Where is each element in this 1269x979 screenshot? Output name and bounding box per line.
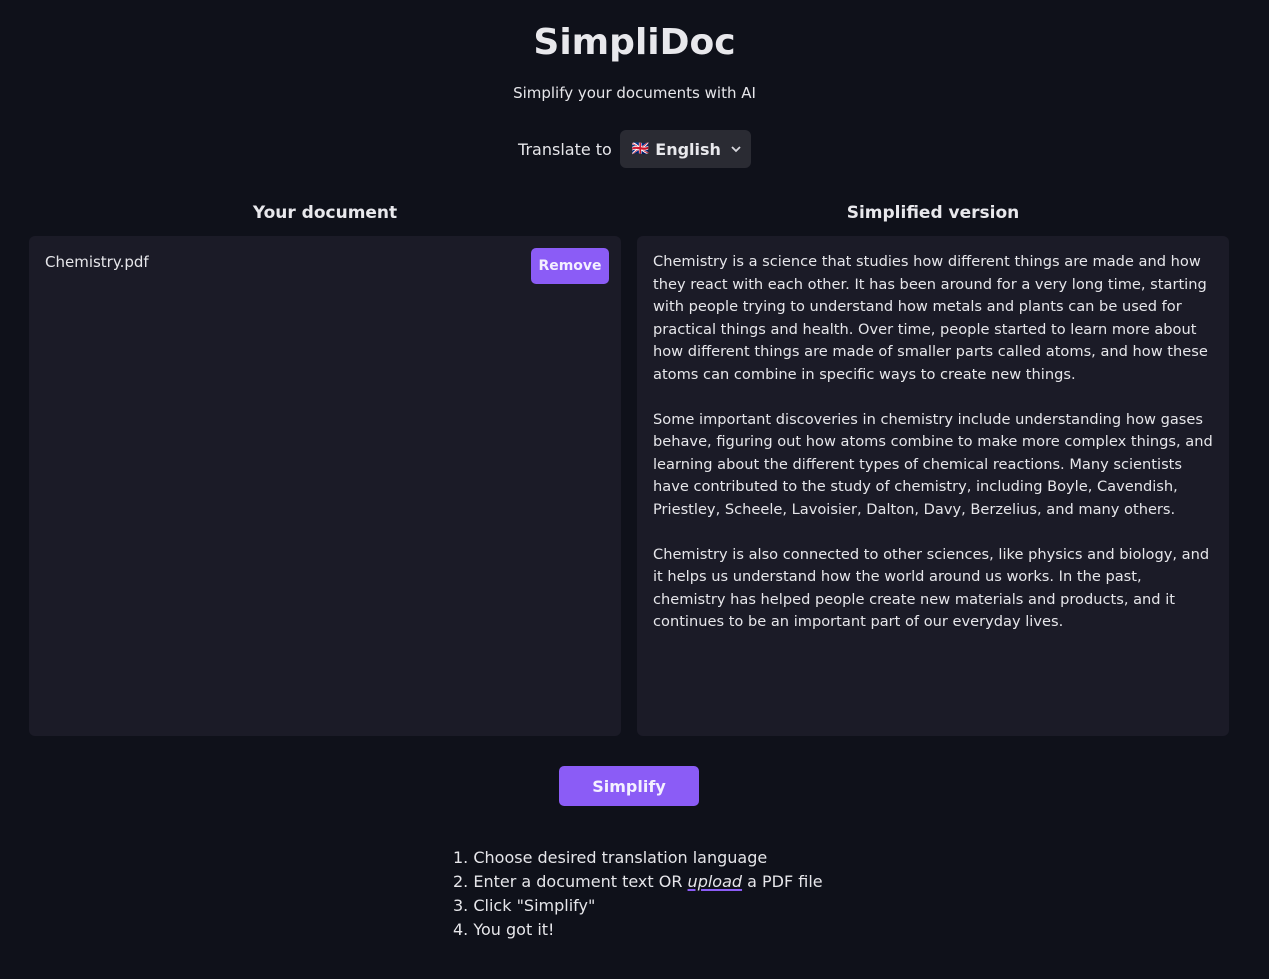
document-panel[interactable]: Chemistry.pdf Remove bbox=[29, 236, 621, 736]
uploaded-file-name: Chemistry.pdf bbox=[45, 253, 149, 271]
language-select-value: English bbox=[655, 139, 721, 159]
simplified-paragraph: Chemistry is a science that studies how … bbox=[653, 253, 1208, 383]
upload-link[interactable]: upload bbox=[688, 872, 743, 891]
instructions-list: 1. Choose desired translation language 2… bbox=[453, 846, 823, 942]
simplify-button[interactable]: Simplify bbox=[559, 766, 699, 806]
translate-label: Translate to bbox=[518, 139, 612, 159]
instruction-step: 4. You got it! bbox=[453, 920, 555, 939]
app-subtitle: Simplify your documents with AI bbox=[513, 84, 756, 102]
instruction-step: 3. Click "Simplify" bbox=[453, 896, 596, 915]
simplified-panel: Chemistry is a science that studies how … bbox=[637, 236, 1229, 736]
translate-row: Translate to 🇬🇧 English bbox=[0, 130, 1269, 168]
your-document-heading: Your document bbox=[252, 203, 398, 223]
app-title: SimpliDoc bbox=[533, 22, 736, 63]
instruction-step-prefix: 2. Enter a document text OR bbox=[453, 872, 688, 891]
simplified-version-heading: Simplified version bbox=[846, 203, 1020, 223]
simplified-paragraph: Chemistry is also connected to other sci… bbox=[653, 545, 1210, 631]
chevron-down-icon bbox=[731, 143, 741, 156]
language-select[interactable]: 🇬🇧 English bbox=[619, 130, 751, 168]
uk-flag-icon: 🇬🇧 bbox=[631, 141, 650, 157]
instruction-step: 1. Choose desired translation language bbox=[453, 848, 768, 867]
instruction-step-suffix: a PDF file bbox=[742, 872, 823, 891]
simplified-paragraph: Some important discoveries in chemistry … bbox=[653, 410, 1213, 518]
remove-file-button[interactable]: Remove bbox=[531, 248, 609, 284]
simplified-text: Chemistry is a science that studies how … bbox=[653, 251, 1215, 656]
instruction-step: 2. Enter a document text OR upload a PDF… bbox=[453, 870, 823, 894]
